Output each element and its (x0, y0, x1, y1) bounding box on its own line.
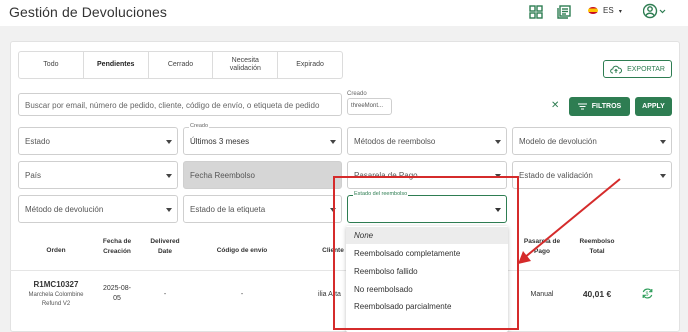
annotation-arrow (518, 178, 621, 264)
